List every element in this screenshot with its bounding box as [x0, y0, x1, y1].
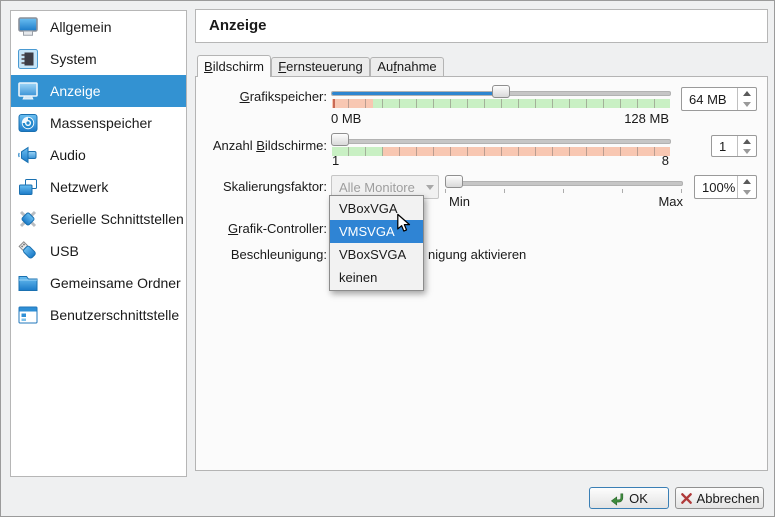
sidebar-item-gemeinsame-ordner[interactable]: Gemeinsame Ordner: [11, 267, 186, 299]
scale-factor-label: Skalierungsfaktor:: [201, 179, 327, 195]
cancel-button[interactable]: Abbrechen: [675, 487, 764, 509]
combo-dropdown-area[interactable]: [422, 185, 438, 190]
spinbox-value[interactable]: 100%: [695, 176, 737, 198]
storage-icon: [16, 111, 40, 135]
down-arrow-icon: [743, 149, 751, 154]
cancel-x-icon: [680, 492, 693, 505]
down-arrow-icon: [743, 190, 751, 195]
page-header: Anzeige: [195, 9, 768, 43]
sidebar-item-system[interactable]: System: [11, 43, 186, 75]
sidebar-item-label: Audio: [50, 147, 86, 163]
sidebar-item-netzwerk[interactable]: Netzwerk: [11, 171, 186, 203]
ok-button[interactable]: OK: [589, 487, 669, 509]
spin-down-button[interactable]: [738, 99, 756, 110]
sidebar-item-label: Massenspeicher: [50, 115, 152, 131]
monitor-count-min-label: 1: [332, 153, 339, 168]
dropdown-option-vboxsvga[interactable]: VBoxSVGA: [330, 243, 423, 266]
sidebar-item-usb[interactable]: USB: [11, 235, 186, 267]
spinbox-value[interactable]: 1: [712, 136, 737, 156]
spin-up-button[interactable]: [738, 88, 756, 99]
slider-handle[interactable]: [492, 85, 510, 98]
display-icon: [16, 79, 40, 103]
monitor-count-max-label: 8: [619, 153, 669, 168]
spin-down-button[interactable]: [738, 187, 756, 198]
ok-button-label: OK: [629, 491, 648, 506]
sidebar-item-anzeige[interactable]: Anzeige: [11, 75, 186, 107]
sidebar-item-allgemein[interactable]: Allgemein: [11, 11, 186, 43]
user-interface-icon: [16, 303, 40, 327]
spin-up-button[interactable]: [738, 136, 756, 146]
sidebar-item-label: Serielle Schnittstellen: [50, 211, 184, 227]
ok-return-arrow-icon: [610, 491, 625, 506]
video-memory-max-label: 128 MB: [569, 111, 669, 126]
video-memory-spinbox[interactable]: 64 MB: [681, 87, 757, 111]
up-arrow-icon: [743, 91, 751, 96]
graphics-controller-label: Grafik-Controller:: [201, 221, 327, 237]
shared-folders-icon: [16, 271, 40, 295]
settings-category-list: Allgemein System Anzeige Massenspeicher: [10, 10, 187, 477]
tab-fernsteuerung[interactable]: Fernsteuerung: [271, 57, 370, 76]
system-icon: [16, 47, 40, 71]
sidebar-item-label: Allgemein: [50, 19, 111, 35]
video-memory-min-label: 0 MB: [331, 111, 361, 126]
slider-handle[interactable]: [445, 175, 463, 188]
page-title: Anzeige: [196, 10, 767, 42]
scale-factor-tickmarks: [445, 189, 683, 193]
video-memory-gauge: [332, 99, 670, 108]
scale-factor-max-label: Max: [633, 194, 683, 209]
sidebar-item-benutzerschnittstelle[interactable]: Benutzerschnittstelle: [11, 299, 186, 331]
scale-factor-spinbox[interactable]: 100%: [694, 175, 757, 199]
cancel-button-label: Abbrechen: [697, 491, 760, 506]
sidebar-item-serielle-schnittstellen[interactable]: Serielle Schnittstellen: [11, 203, 186, 235]
spin-up-button[interactable]: [738, 176, 756, 187]
general-icon: [16, 15, 40, 39]
sidebar-item-label: USB: [50, 243, 79, 259]
sidebar-item-label: System: [50, 51, 97, 67]
up-arrow-icon: [743, 179, 751, 184]
spin-down-button[interactable]: [738, 146, 756, 156]
slider-handle[interactable]: [331, 133, 349, 146]
slider-fill: [332, 92, 501, 95]
spinbox-value[interactable]: 64 MB: [682, 88, 737, 110]
acceleration-checkbox-label[interactable]: nigung aktivieren: [428, 247, 526, 262]
combo-value: Alle Monitore: [332, 180, 422, 195]
gauge-ticks: [332, 99, 670, 108]
video-memory-label: Grafikspeicher:: [201, 89, 327, 105]
monitor-count-spinbox[interactable]: 1: [711, 135, 757, 157]
up-arrow-icon: [743, 139, 751, 144]
sidebar-item-label: Anzeige: [50, 83, 101, 99]
serial-ports-icon: [16, 207, 40, 231]
slider-track[interactable]: [445, 181, 683, 186]
tab-aufnahme[interactable]: Aufnahme: [370, 57, 444, 76]
sidebar-item-massenspeicher[interactable]: Massenspeicher: [11, 107, 186, 139]
acceleration-label: Beschleunigung:: [201, 247, 327, 263]
dropdown-option-keinen[interactable]: keinen: [330, 266, 423, 289]
down-arrow-icon: [743, 102, 751, 107]
network-icon: [16, 175, 40, 199]
sidebar-item-label: Gemeinsame Ordner: [50, 275, 181, 291]
tab-bildschirm[interactable]: Bildschirm: [197, 55, 271, 77]
chevron-down-icon: [426, 185, 434, 190]
graphics-controller-dropdown: VBoxVGA VMSVGA VBoxSVGA keinen: [329, 195, 424, 291]
sidebar-item-audio[interactable]: Audio: [11, 139, 186, 171]
scale-factor-min-label: Min: [449, 194, 470, 209]
usb-icon: [16, 239, 40, 263]
audio-icon: [16, 143, 40, 167]
mouse-cursor-icon: [393, 212, 416, 240]
sidebar-item-label: Benutzerschnittstelle: [50, 307, 179, 323]
gauge-start-mark: [333, 99, 335, 108]
vm-settings-dialog: Allgemein System Anzeige Massenspeicher: [0, 0, 775, 517]
monitor-count-label: Anzahl Bildschirme:: [201, 138, 327, 154]
slider-track[interactable]: [331, 139, 671, 144]
sidebar-item-label: Netzwerk: [50, 179, 108, 195]
